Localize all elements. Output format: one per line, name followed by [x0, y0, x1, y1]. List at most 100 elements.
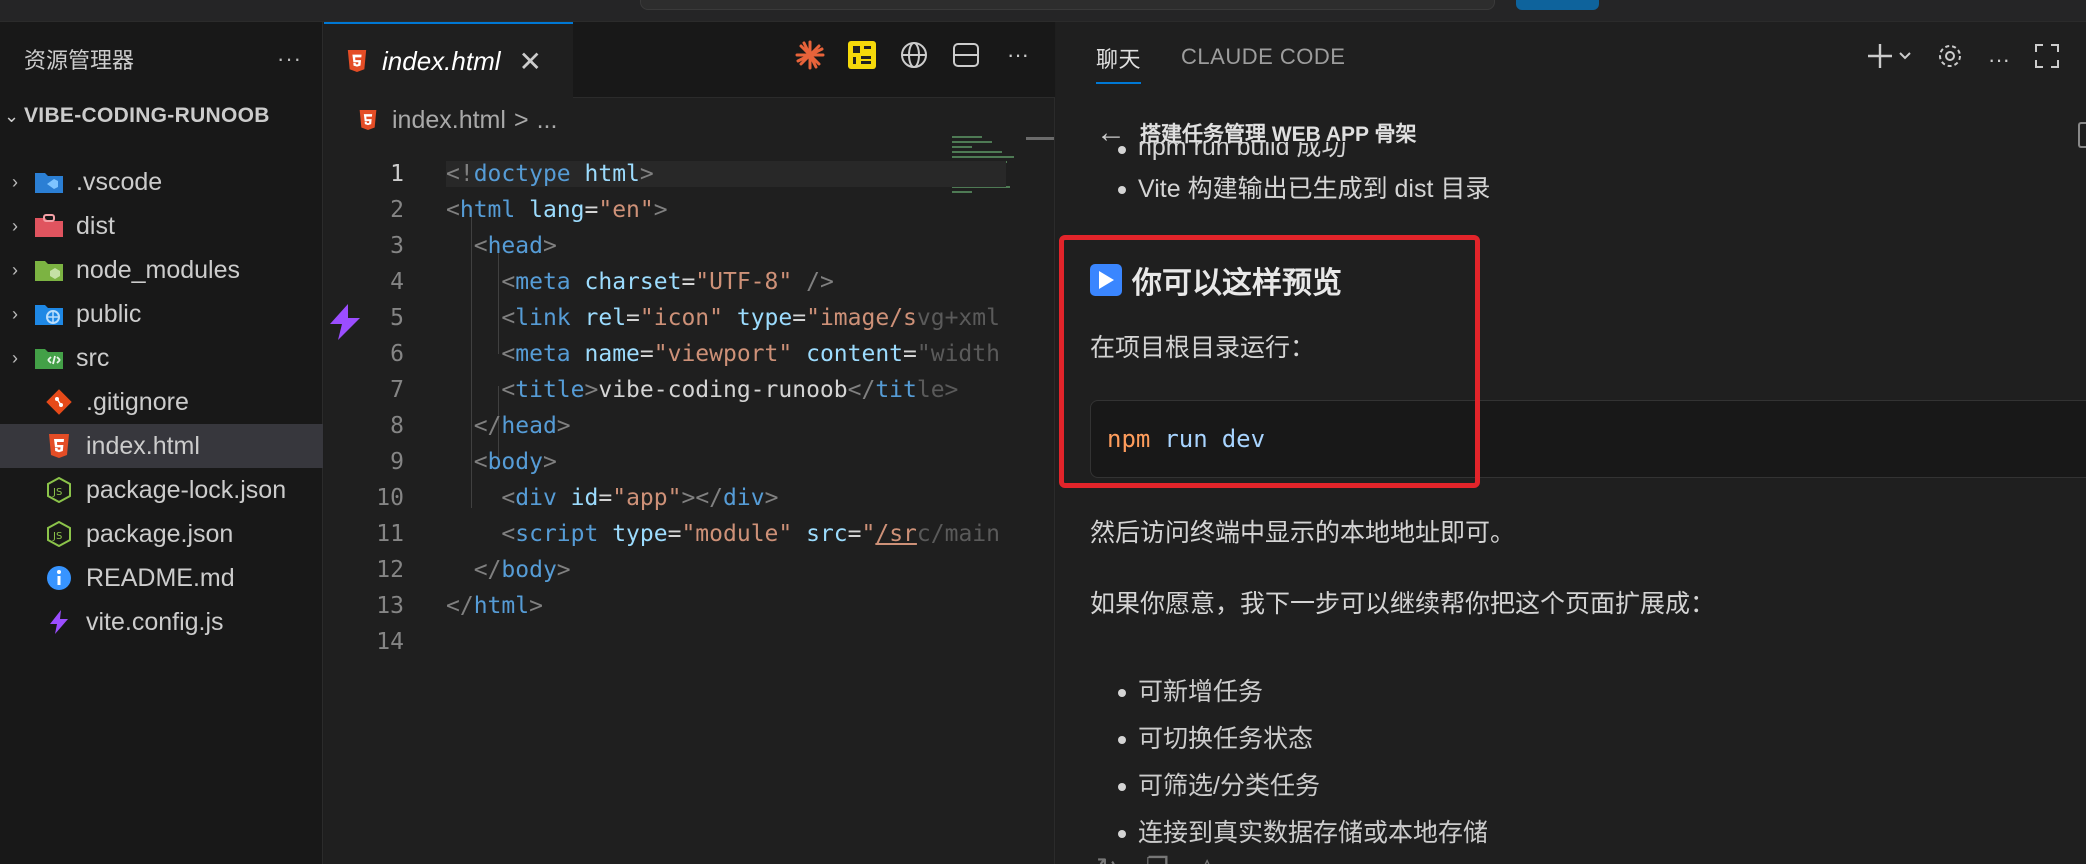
retry-icon[interactable]: ↻: [1096, 852, 1118, 864]
line-number: 4: [390, 269, 404, 295]
title-bar: [0, 0, 2086, 22]
breadcrumb-file[interactable]: index.html: [392, 106, 506, 135]
editor-tab-bar: index.html ✕ ···: [324, 22, 1055, 98]
tab-label: index.html: [382, 45, 501, 76]
code-line: 6 <meta name="viewport" content="width: [324, 336, 1024, 372]
chevron-right-icon: ›: [12, 347, 18, 368]
breadcrumb: index.html > ...: [358, 102, 557, 138]
account-button[interactable]: [1516, 0, 1599, 10]
chevron-down-icon: ⌄: [4, 105, 20, 126]
line-number: 6: [390, 341, 404, 367]
copy-icon[interactable]: ❐: [1146, 852, 1169, 864]
code-line: 7 <title>vibe-coding-runoob</title>: [324, 372, 1024, 408]
line-number: 2: [390, 197, 404, 223]
list-item: 可新增任务: [1090, 669, 1990, 716]
claude-spark-icon[interactable]: [795, 40, 825, 70]
more-actions-icon[interactable]: ···: [1003, 40, 1033, 70]
code-editor[interactable]: 1 <!doctype html> 2 <html lang="en"> 3 <he…: [324, 156, 1024, 660]
maximize-icon[interactable]: [2034, 43, 2060, 76]
code-line: 12 </body>: [324, 552, 1024, 588]
code-line: 9 <body>: [324, 444, 1024, 480]
tab-index-html[interactable]: index.html ✕: [324, 22, 573, 98]
tree-item-label: dist: [76, 211, 115, 240]
tab-chat[interactable]: 聊天: [1096, 42, 1142, 84]
html5-icon: [359, 110, 377, 130]
code-line: 2 <html lang="en">: [324, 192, 1024, 228]
svg-text:JS: JS: [52, 487, 62, 498]
breadcrumb-more[interactable]: ...: [537, 106, 558, 135]
chevron-right-icon: ›: [12, 171, 18, 192]
breadcrumb-separator: >: [513, 105, 529, 134]
tree-file-package-json[interactable]: JS package.json: [0, 512, 323, 556]
code-line: 8 </head>: [324, 408, 1024, 444]
project-root[interactable]: ⌄ VIBE-CODING-RUNOOB: [0, 94, 323, 138]
html5-icon: [44, 433, 74, 459]
badge-icon[interactable]: [847, 40, 877, 70]
line-number: 14: [376, 629, 404, 655]
chevron-right-icon: ›: [12, 303, 18, 324]
tree-file-gitignore[interactable]: .gitignore: [0, 380, 323, 424]
line-number: 5: [390, 305, 404, 331]
feature-list: 可新增任务 可切换任务状态 可筛选/分类任务 连接到真实数据存储或本地存储: [1090, 669, 1990, 857]
message-bullets-top: npm run build 成功 Vite 构建输出已生成到 dist 目录: [1090, 142, 2086, 213]
vscode-folder-icon: [34, 169, 64, 195]
chat-header: 聊天 CLAUDE CODE ···: [1056, 22, 2086, 98]
line-number: 13: [376, 593, 404, 619]
tree-folder-vscode[interactable]: › .vscode: [0, 160, 323, 204]
line-number: 12: [376, 557, 404, 583]
project-name: VIBE-CODING-RUNOOB: [24, 104, 270, 127]
close-icon[interactable]: ✕: [519, 45, 542, 78]
tree-item-label: package.json: [86, 519, 234, 548]
editor-actions: ···: [795, 40, 1033, 70]
list-item: 可切换任务状态: [1090, 716, 1990, 763]
tree-file-index-html[interactable]: index.html: [0, 424, 323, 468]
tree-item-label: README.md: [86, 563, 235, 592]
edit-icon[interactable]: ▭: [1245, 852, 1270, 864]
tree-item-label: public: [76, 299, 142, 328]
highlight-annotation-box: [1059, 235, 1480, 488]
list-item: npm run build 成功: [1090, 142, 2086, 166]
code-line: 1 <!doctype html>: [324, 156, 1024, 192]
code-line: 5 <link rel="icon" type="image/svg+xml: [324, 300, 1024, 336]
scrollbar-thumb[interactable]: [1026, 137, 1054, 140]
tree-file-vite-config[interactable]: vite.config.js: [0, 600, 323, 644]
tree-item-label: .vscode: [76, 167, 163, 196]
tree-folder-dist[interactable]: › dist: [0, 204, 323, 248]
code-line: 3 <head>: [324, 228, 1024, 264]
add-chat-icon[interactable]: [1868, 42, 1912, 77]
public-folder-icon: [34, 301, 64, 327]
html5-icon: [347, 50, 367, 72]
gear-icon[interactable]: [1936, 42, 1964, 77]
code-line: 14: [324, 624, 1024, 660]
command-center[interactable]: [640, 0, 1495, 10]
tree-file-package-lock[interactable]: JS package-lock.json: [0, 468, 323, 512]
tree-item-label: index.html: [86, 431, 200, 460]
svg-text:JS: JS: [52, 531, 62, 542]
file-tree: › .vscode › dist › node_modules › public…: [0, 160, 323, 644]
tree-folder-public[interactable]: › public: [0, 292, 323, 336]
code-line: 10 <div id="app"></div>: [324, 480, 1024, 516]
list-item: 可筛选/分类任务: [1090, 763, 1990, 810]
tab-claude-code[interactable]: CLAUDE CODE: [1181, 44, 1345, 76]
more-icon[interactable]: ···: [1988, 47, 2010, 73]
message-actions: ↻ ❐ △ ▭: [1096, 852, 1270, 864]
thumbs-up-icon[interactable]: △: [1197, 852, 1217, 864]
tree-file-readme[interactable]: README.md: [0, 556, 323, 600]
explorer-header: 资源管理器 ···: [24, 44, 302, 74]
explorer-title: 资源管理器: [24, 48, 135, 73]
globe-icon[interactable]: [899, 40, 929, 70]
tree-item-label: .gitignore: [86, 387, 189, 416]
line-number: 1: [390, 161, 404, 187]
js-file-icon: JS: [44, 477, 74, 503]
explorer-panel: 资源管理器 ··· ⌄ VIBE-CODING-RUNOOB › .vscode…: [0, 22, 323, 864]
split-editor-icon[interactable]: [951, 40, 981, 70]
tree-folder-node-modules[interactable]: › node_modules: [0, 248, 323, 292]
node-folder-icon: [34, 257, 64, 283]
code-line: 4 <meta charset="UTF-8" />: [324, 264, 1024, 300]
next-step-text: 如果你愿意，我下一步可以继续帮你把这个页面扩展成：: [1090, 590, 1716, 618]
tree-folder-src[interactable]: › src: [0, 336, 323, 380]
tree-item-label: vite.config.js: [86, 607, 224, 636]
line-number: 10: [376, 485, 404, 511]
explorer-more-icon[interactable]: ···: [277, 46, 302, 72]
line-number: 9: [390, 449, 404, 475]
